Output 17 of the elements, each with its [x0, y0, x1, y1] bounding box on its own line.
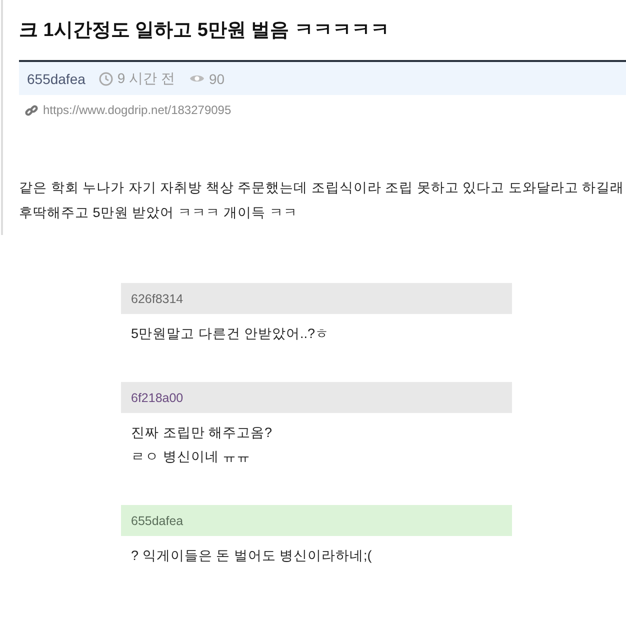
comment-text: 5만원말고 다른건 안받았어..?ㅎ [131, 325, 330, 343]
post-time: 9 시간 전 [117, 70, 175, 88]
clock-icon [99, 72, 114, 86]
comment-text: ? 익게이들은 돈 벌어도 병신이라하네;( [131, 547, 373, 565]
body-text: 후딱해주고 5만원 받았어 ㅋㅋㅋ 개이득 ㅋㅋ [19, 204, 298, 222]
eye-icon [188, 73, 205, 84]
post-title: 크 1시간정도 일하고 5만원 벌음 ㅋㅋㅋㅋㅋ [19, 19, 391, 43]
post-url[interactable]: https://www.dogdrip.net/183279095 [43, 103, 232, 117]
comment-text: 진짜 조립만 해주고옴? [131, 424, 274, 442]
link-icon [25, 104, 38, 116]
comment-author[interactable]: 655dafea [131, 514, 184, 528]
comment-text: ㄹㅇ 병신이네 ㅠㅠ [131, 448, 252, 466]
author-name[interactable]: 655dafea [27, 70, 86, 86]
view-count: 90 [208, 70, 225, 86]
body-text: 같은 학회 누나가 자기 자취방 책상 주문했는데 조립식이라 조립 못하고 있다고 도와달라고 하길래 [19, 179, 626, 197]
comment-author[interactable]: 626f8314 [131, 292, 184, 306]
comment-author[interactable]: 6f218a00 [131, 390, 184, 404]
